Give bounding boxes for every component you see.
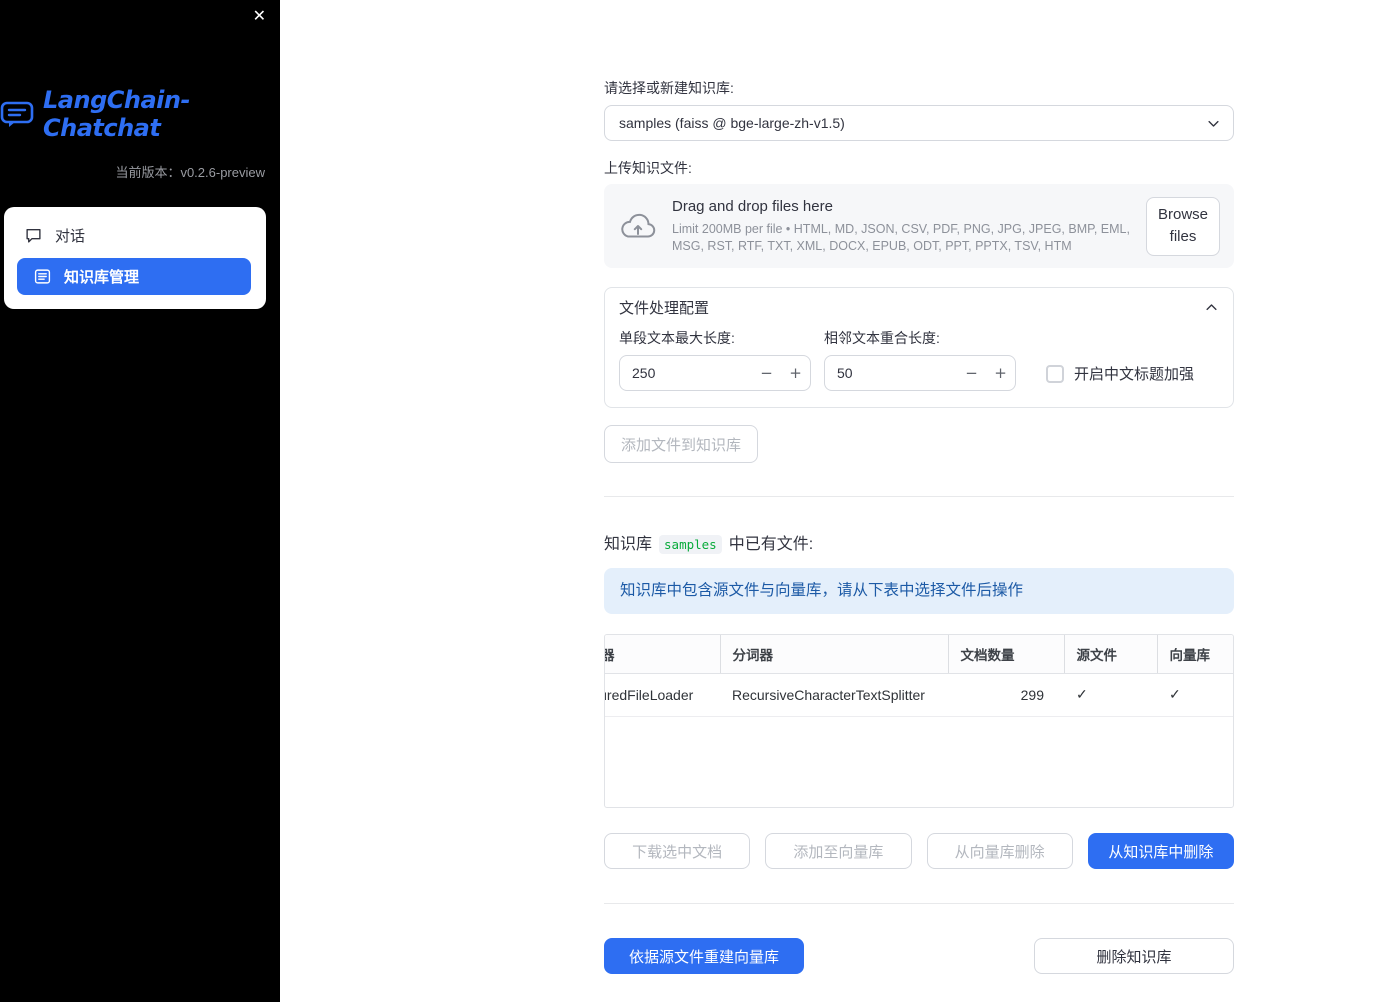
col-header-splitter[interactable]: 分词器 bbox=[719, 635, 948, 674]
table-row[interactable]: UnstructuredFileLoader RecursiveCharacte… bbox=[605, 673, 1233, 717]
kb-select-label: 请选择或新建知识库: bbox=[604, 80, 734, 96]
delete-from-kb-button[interactable]: 从知识库中删除 bbox=[1087, 833, 1234, 869]
cell-loader: UnstructuredFileLoader bbox=[605, 673, 720, 717]
dropzone-title: Drag and drop files here bbox=[672, 197, 833, 215]
version-text: 当前版本：v0.2.6-preview bbox=[115, 165, 265, 180]
col-header-source-file[interactable]: 源文件 bbox=[1063, 635, 1157, 674]
cell-source-check: ✓ bbox=[1064, 673, 1157, 717]
kb-select[interactable]: samples (faiss @ bge-large-zh-v1.5) bbox=[604, 105, 1234, 141]
cell-doc-count: 299 bbox=[948, 673, 1064, 717]
kb-files-table[interactable]: 文档加载器 分词器 文档数量 源文件 向量库 UnstructuredFileL… bbox=[604, 634, 1234, 808]
delete-from-vector-store-button[interactable]: 从向量库删除 bbox=[926, 833, 1073, 869]
divider bbox=[604, 903, 1234, 904]
divider bbox=[604, 496, 1234, 497]
file-config-expander: 文件处理配置 单段文本最大长度: 250 − + 相邻文本重合长度: 50 − … bbox=[604, 287, 1234, 408]
file-action-buttons: 下载选中文档 添加至向量库 从向量库删除 从知识库中删除 bbox=[604, 833, 1234, 869]
kb-select-value: samples (faiss @ bge-large-zh-v1.5) bbox=[619, 115, 845, 131]
increment-icon[interactable]: + bbox=[781, 364, 810, 382]
kb-name-code: samples bbox=[659, 535, 722, 554]
delete-kb-button[interactable]: 删除知识库 bbox=[1034, 938, 1234, 974]
add-to-vector-store-button[interactable]: 添加至向量库 bbox=[765, 833, 912, 869]
chevron-down-icon bbox=[1206, 116, 1221, 131]
decrement-icon[interactable]: − bbox=[957, 364, 986, 382]
sidebar-item-label: 知识库管理 bbox=[64, 269, 140, 286]
overlap-input[interactable]: 50 − + bbox=[824, 355, 1016, 391]
sidebar-close-icon[interactable]: ✕ bbox=[253, 8, 266, 24]
expander-title: 文件处理配置 bbox=[619, 299, 710, 317]
dropzone-limit-text: Limit 200MB per file • HTML, MD, JSON, C… bbox=[672, 221, 1130, 253]
chunk-size-value: 250 bbox=[632, 365, 656, 381]
checkbox-icon[interactable] bbox=[1046, 364, 1064, 383]
expander-header[interactable]: 文件处理配置 bbox=[605, 288, 1233, 326]
list-icon bbox=[34, 268, 51, 285]
sidebar-menu: 对话 知识库管理 bbox=[4, 207, 266, 309]
decrement-icon[interactable]: − bbox=[752, 364, 781, 382]
kb-action-buttons: 依据源文件重建向量库 删除知识库 bbox=[604, 938, 1234, 974]
app-logo: LangChain-Chatchat bbox=[0, 86, 280, 142]
col-header-vector-store[interactable]: 向量库 bbox=[1156, 635, 1233, 674]
chunk-size-label: 单段文本最大长度: bbox=[619, 330, 735, 346]
sidebar: ✕ LangChain-Chatchat 当前版本：v0.2.6-preview… bbox=[0, 0, 280, 1002]
app-title: LangChain-Chatchat bbox=[43, 86, 190, 142]
cell-splitter: RecursiveCharacterTextSplitter bbox=[720, 673, 948, 717]
sidebar-item-knowledge-base[interactable]: 知识库管理 bbox=[17, 258, 251, 295]
info-banner: 知识库中包含源文件与向量库，请从下表中选择文件后操作 bbox=[604, 568, 1234, 614]
zh-title-enhance-checkbox[interactable]: 开启中文标题加强 bbox=[1046, 363, 1194, 384]
checkbox-label: 开启中文标题加强 bbox=[1074, 366, 1195, 383]
file-dropzone[interactable]: Drag and drop files here Limit 200MB per… bbox=[604, 184, 1234, 268]
logo-chat-icon bbox=[0, 100, 34, 128]
upload-label: 上传知识文件: bbox=[604, 160, 692, 176]
chat-bubble-icon bbox=[25, 227, 42, 244]
sidebar-item-label: 对话 bbox=[55, 228, 86, 245]
upload-cloud-icon bbox=[620, 212, 656, 240]
overlap-label: 相邻文本重合长度: bbox=[824, 330, 940, 346]
cell-vector-check: ✓ bbox=[1157, 673, 1233, 717]
col-header-doc-count[interactable]: 文档数量 bbox=[947, 635, 1064, 674]
chevron-up-icon bbox=[1204, 300, 1219, 315]
overlap-value: 50 bbox=[837, 365, 853, 381]
main-area: 请选择或新建知识库: samples (faiss @ bge-large-zh… bbox=[280, 0, 1380, 1002]
chunk-size-input[interactable]: 250 − + bbox=[619, 355, 811, 391]
sidebar-item-chat[interactable]: 对话 bbox=[4, 217, 266, 254]
table-header-row: 文档加载器 分词器 文档数量 源文件 向量库 bbox=[605, 635, 1233, 674]
download-selected-button[interactable]: 下载选中文档 bbox=[604, 833, 751, 869]
add-files-to-kb-button[interactable]: 添加文件到知识库 bbox=[604, 425, 759, 463]
kb-files-heading: 知识库 samples 中已有文件: bbox=[604, 535, 814, 554]
browse-files-button[interactable]: Browse files bbox=[1146, 196, 1220, 256]
col-header-loader[interactable]: 文档加载器 bbox=[605, 635, 720, 674]
rebuild-vector-store-button[interactable]: 依据源文件重建向量库 bbox=[604, 938, 804, 974]
increment-icon[interactable]: + bbox=[986, 364, 1015, 382]
